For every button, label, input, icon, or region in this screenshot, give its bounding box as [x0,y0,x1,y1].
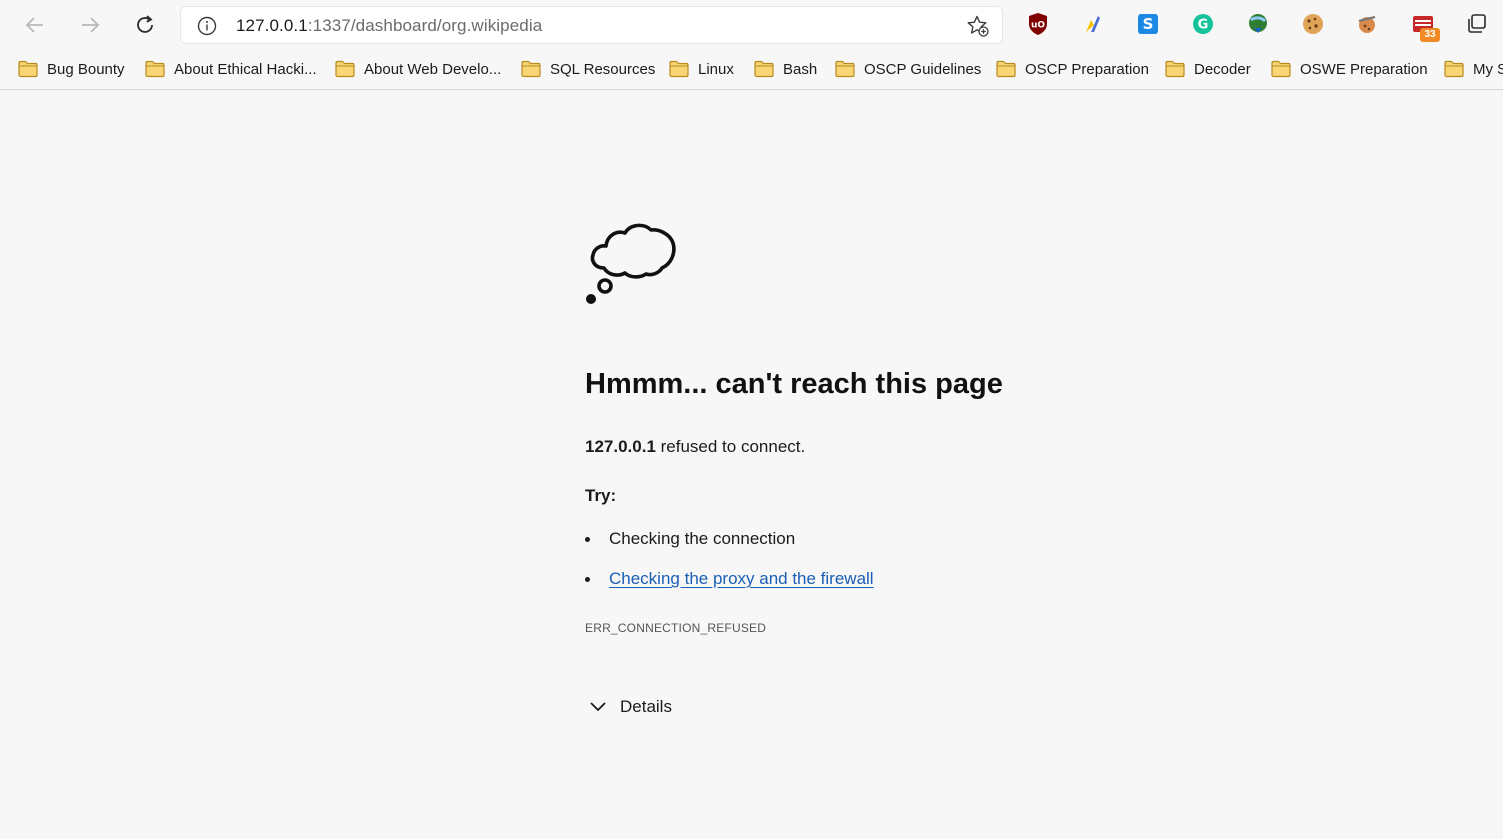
bookmark-label: About Ethical Hacki... [174,60,317,78]
suggestion-item: Checking the connection [585,529,795,549]
extension-badge: 33 [1420,28,1440,42]
suggestion-item: Checking the proxy and the firewall [585,569,874,589]
bookmark-folder[interactable]: Bug Bounty [18,56,125,82]
bookmark-label: SQL Resources [550,60,656,78]
chevron-down-icon [590,702,606,712]
folder-icon [669,60,689,78]
info-icon[interactable] [197,16,217,36]
bookmark-folder[interactable]: Bash [754,56,817,82]
grammarly-icon[interactable]: G [1191,12,1215,36]
browser-toolbar: 127.0.0.1:1337/dashboard/org.wikipedia u… [0,0,1503,49]
address-url[interactable]: 127.0.0.1:1337/dashboard/org.wikipedia [236,16,542,36]
folder-icon [335,60,355,78]
bookmark-folder[interactable]: SQL Resources [521,56,655,82]
cookie-editor-icon[interactable] [1301,12,1325,36]
folder-icon [1271,60,1291,78]
bookmark-folder[interactable]: OSCP Preparation [996,56,1149,82]
proxy-firewall-link[interactable]: Checking the proxy and the firewall [609,569,874,589]
bookmark-folder[interactable]: Decoder [1165,56,1251,82]
svg-text:uO: uO [1031,21,1045,31]
ublock-origin-icon[interactable]: uO [1026,12,1050,36]
bookmark-folder[interactable]: About Ethical Hacki... [145,56,317,82]
bookmark-label: My S [1473,60,1503,78]
s-extension-icon[interactable]: S [1136,12,1160,36]
svg-text:S: S [1143,15,1154,33]
folder-icon [145,60,165,78]
suggestion-text: Checking the connection [609,529,796,548]
bookmarks-bar: Bug Bounty About Ethical Hacki... About … [0,49,1503,90]
error-code: ERR_CONNECTION_REFUSED [585,621,767,635]
bookmark-label: OSCP Preparation [1025,60,1149,78]
bookmark-folder[interactable]: OSWE Preparation [1271,56,1428,82]
idm-integration-icon[interactable] [1246,12,1270,36]
folder-icon [835,60,855,78]
folder-icon [1444,60,1464,78]
address-bar[interactable]: 127.0.0.1:1337/dashboard/org.wikipedia [180,6,1003,44]
cookie-extension-icon[interactable] [1355,12,1379,36]
error-message: 127.0.0.1 refused to connect. [585,437,805,457]
url-path: :1337/dashboard/org.wikipedia [307,16,543,35]
try-heading: Try: [585,486,617,505]
svg-text:G: G [1198,18,1209,33]
forward-button[interactable] [73,8,107,42]
error-message-text: refused to connect. [655,437,806,456]
details-toggle[interactable]: Details [588,697,672,717]
arrow-right-icon [82,17,100,33]
collections-icon[interactable] [1465,12,1489,36]
arrow-left-icon [25,17,43,33]
bookmark-folder[interactable]: OSCP Guidelines [835,56,981,82]
bookmark-label: Bash [783,60,818,78]
details-label: Details [620,697,672,716]
bookmark-label: Decoder [1194,60,1251,78]
bookmark-label: OSCP Guidelines [864,60,982,78]
bookmark-folder[interactable]: My S [1444,56,1503,82]
refresh-button[interactable] [128,8,162,42]
thought-cloud-icon [586,223,676,304]
page-title: Hmmm... can't reach this page [585,368,1003,400]
bookmark-folder[interactable]: Linux [669,56,734,82]
add-favorite-icon[interactable] [966,14,990,38]
bookmark-folder[interactable]: About Web Develo... [335,56,501,82]
bookmark-label: Linux [698,60,734,78]
refresh-icon [137,15,153,33]
error-host: 127.0.0.1 [585,437,656,456]
folder-icon [754,60,774,78]
bullet [585,536,590,542]
folder-icon [18,60,38,78]
bookmark-label: Bug Bounty [47,60,125,78]
folder-icon [521,60,541,78]
folder-icon [996,60,1016,78]
wappalyzer-icon[interactable] [1081,12,1105,36]
bookmark-label: About Web Develo... [364,60,502,78]
folder-icon [1165,60,1185,78]
url-host: 127.0.0.1 [236,16,308,35]
bullet [585,576,590,582]
back-button[interactable] [18,8,52,42]
bookmark-label: OSWE Preparation [1300,60,1428,78]
